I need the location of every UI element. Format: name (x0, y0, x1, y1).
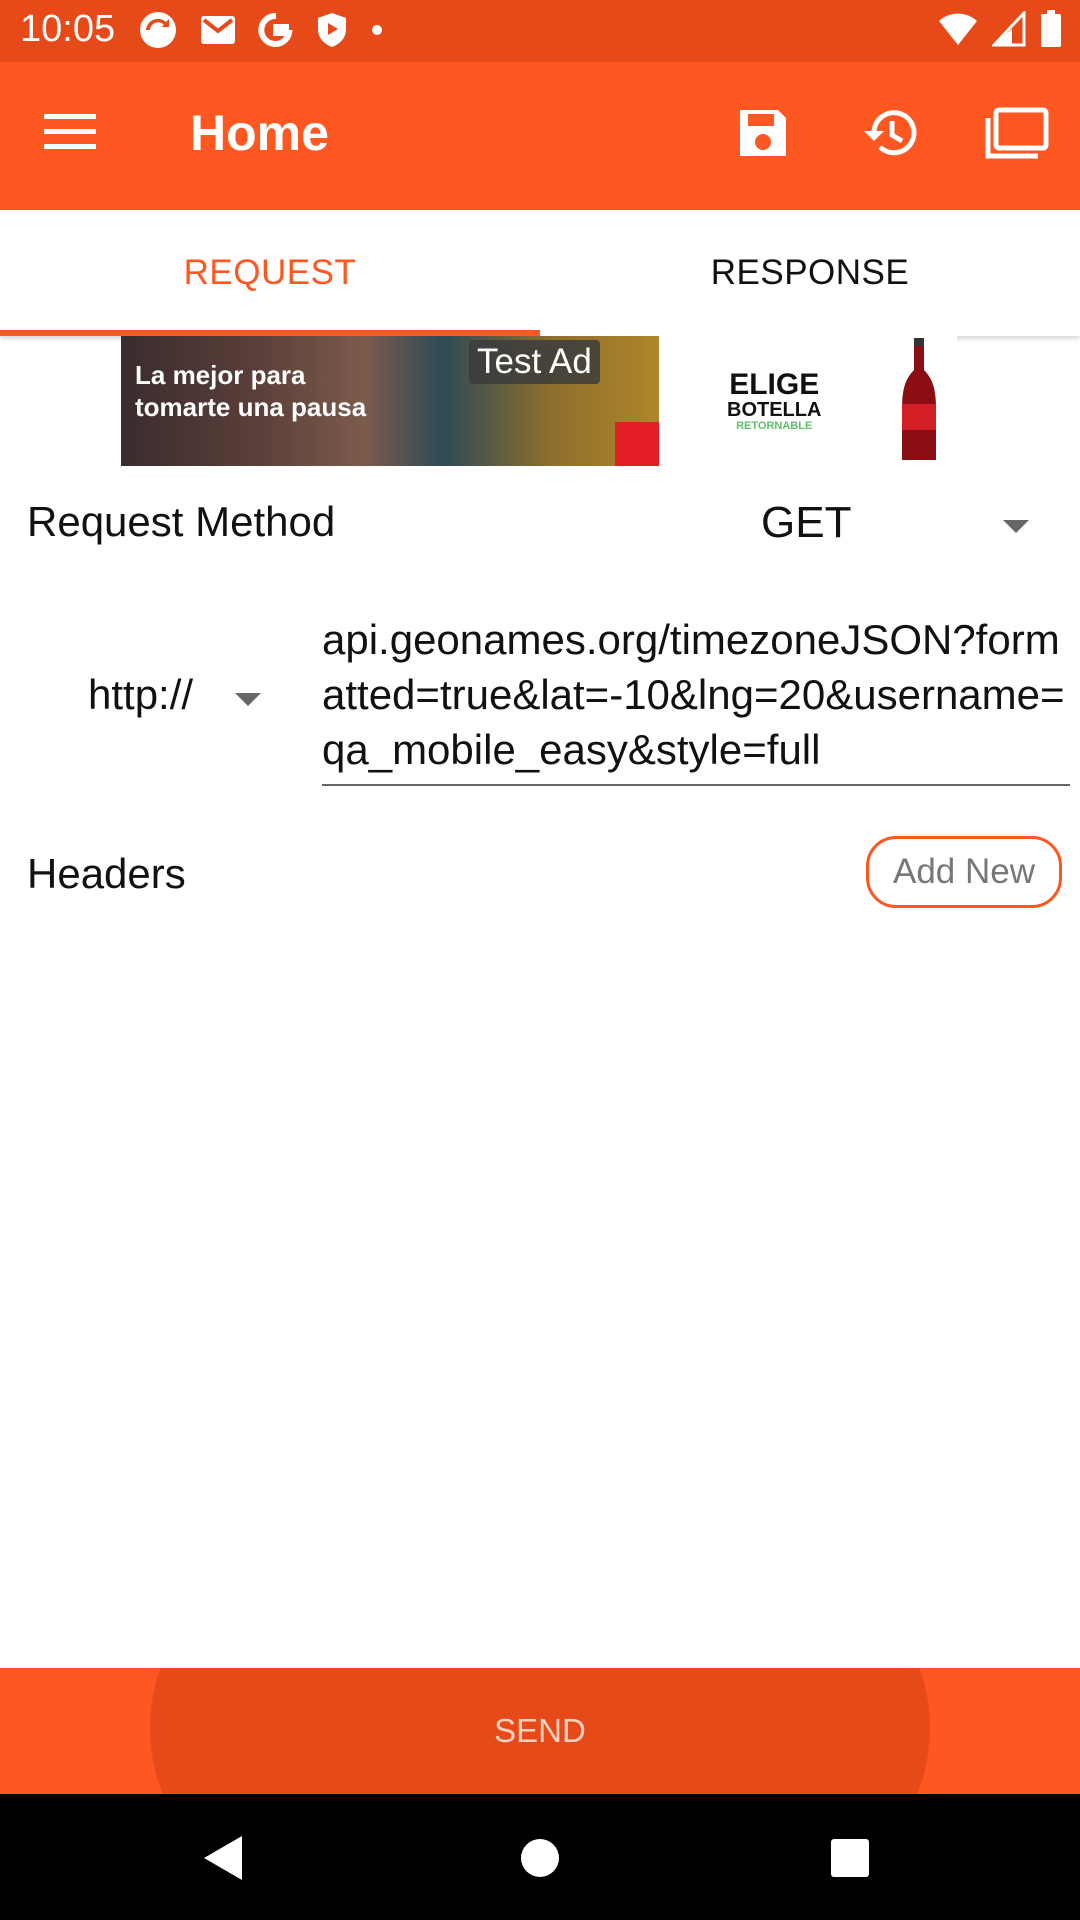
headers-label: Headers (27, 850, 186, 897)
url-input[interactable]: api.geonames.org/timezoneJSON?formatted=… (322, 612, 1070, 777)
home-icon[interactable] (520, 1838, 560, 1878)
add-new-header-button[interactable]: Add New (866, 836, 1062, 908)
folders-icon[interactable] (984, 106, 1050, 160)
google-icon (258, 13, 293, 47)
method-value: GET (761, 498, 852, 547)
ad-text-line1: La mejor para (135, 360, 306, 390)
url-input-underline (322, 784, 1070, 786)
ad-brand-line3: RETORNABLE (736, 420, 813, 432)
back-icon[interactable] (202, 1834, 246, 1882)
ad-brand-text: ELIGE BOTELLA RETORNABLE (727, 368, 822, 433)
gmail-icon (201, 16, 235, 44)
signal-icon (992, 11, 1026, 47)
system-nav-bar (0, 1794, 1080, 1920)
send-label: SEND (494, 1712, 586, 1749)
send-button[interactable]: SEND (0, 1668, 1080, 1794)
app-bar: Home (0, 62, 1080, 210)
protocol-value: http:// (88, 671, 194, 718)
method-spinner[interactable]: GET (740, 490, 1060, 560)
menu-icon[interactable] (44, 112, 96, 152)
tab-response[interactable]: RESPONSE (540, 210, 1080, 336)
ad-banner[interactable]: La mejor para tomarte una pausa Test Ad … (121, 336, 957, 466)
dot-icon (372, 25, 382, 35)
recents-icon[interactable] (830, 1838, 870, 1878)
ad-brand-line2: BOTELLA (727, 399, 822, 421)
page-title: Home (190, 105, 329, 161)
history-icon[interactable] (862, 106, 918, 160)
bottle-image (902, 338, 936, 460)
battery-icon (1041, 10, 1061, 47)
shield-icon (318, 13, 346, 47)
test-ad-badge: Test Ad (469, 340, 600, 384)
tab-bar: REQUEST RESPONSE (0, 210, 1080, 336)
save-icon[interactable] (736, 106, 790, 160)
tab-request[interactable]: REQUEST (0, 210, 540, 336)
chevron-down-icon (1003, 520, 1029, 533)
sync-icon (140, 12, 176, 48)
ad-text-line2: tomarte una pausa (135, 392, 367, 422)
chevron-down-icon (235, 693, 261, 706)
wifi-icon (939, 13, 977, 45)
ad-brand-line1: ELIGE (729, 368, 820, 401)
status-bar: 10:05 (0, 0, 1080, 62)
request-method-label: Request Method (27, 498, 336, 545)
protocol-spinner[interactable]: http:// (80, 665, 280, 735)
ad-logo (615, 422, 659, 466)
status-time: 10:05 (20, 8, 116, 50)
